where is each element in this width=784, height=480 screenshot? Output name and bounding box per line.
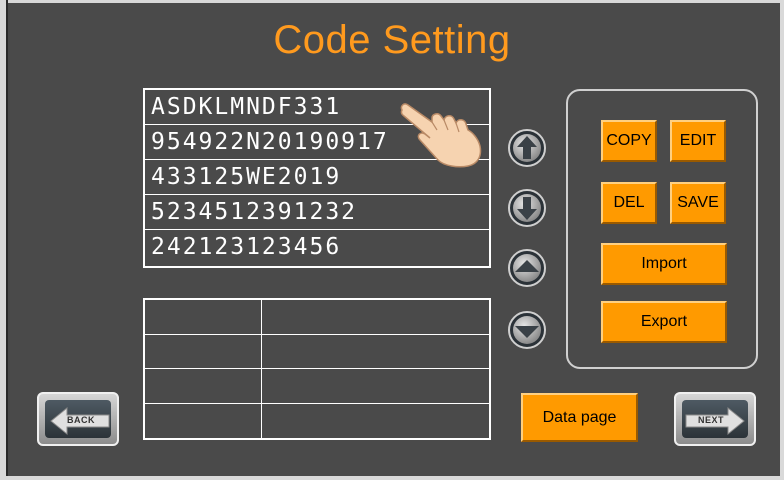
delete-button[interactable]: DEL [601, 182, 657, 224]
frame-top [0, 0, 784, 3]
table-cell [262, 335, 489, 369]
next-label: NEXT [698, 415, 725, 425]
table-cell [262, 404, 489, 439]
table-cell [145, 300, 262, 335]
table-cell [262, 300, 489, 335]
save-button[interactable]: SAVE [670, 182, 726, 224]
copy-button[interactable]: COPY [601, 120, 657, 162]
table-cell [145, 334, 262, 369]
frame-left-shadow [6, 0, 8, 480]
data-page-button[interactable]: Data page [521, 393, 638, 442]
up-arrow-icon[interactable] [507, 128, 547, 168]
table-cell [145, 403, 262, 438]
back-button[interactable]: BACK [37, 392, 119, 446]
export-button[interactable]: Export [601, 301, 727, 343]
down-arrow-icon[interactable] [507, 188, 547, 228]
code-row[interactable]: 5234512391232 [145, 195, 489, 230]
frame-bottom [0, 476, 784, 480]
code-row[interactable]: 242123123456 [145, 230, 489, 265]
pointing-hand-icon [400, 103, 482, 168]
next-button[interactable]: NEXT [674, 392, 756, 446]
page-title: Code Setting [273, 18, 511, 62]
page-up-icon[interactable] [507, 248, 547, 288]
frame-right [780, 0, 784, 480]
back-label: BACK [67, 415, 95, 425]
table-cell [262, 369, 489, 404]
table-cell [145, 369, 262, 404]
import-button[interactable]: Import [601, 243, 727, 285]
page-down-icon[interactable] [507, 310, 547, 350]
edit-button[interactable]: EDIT [670, 120, 726, 162]
data-table [143, 298, 491, 440]
